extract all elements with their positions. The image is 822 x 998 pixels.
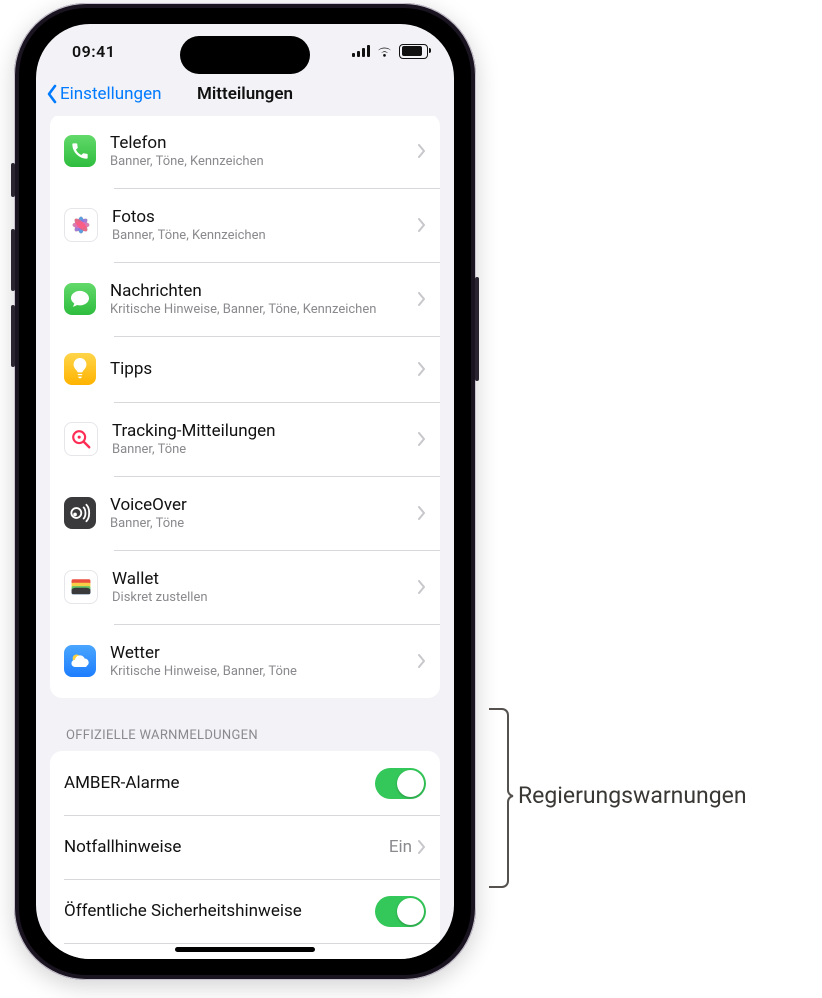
chevron-right-icon [418, 362, 426, 376]
alert-title: AMBER-Alarme [64, 773, 375, 793]
annotation: Regierungswarnungen [488, 0, 818, 998]
app-row-telefon[interactable]: Telefon Banner, Töne, Kennzeichen [50, 116, 440, 188]
alert-row-public-safety: Öffentliche Sicherheitshinweise [50, 879, 440, 943]
alerts-group: AMBER-Alarme Notfallhinweise Ein Öffen [50, 751, 440, 959]
alert-value: Ein [389, 837, 412, 857]
chevron-right-icon [418, 840, 426, 854]
chevron-right-icon [418, 654, 426, 668]
tips-app-icon [64, 353, 96, 385]
app-title: Fotos [112, 207, 418, 227]
wifi-icon [376, 45, 393, 58]
app-row-tracking[interactable]: Tracking-Mitteilungen Banner, Töne [50, 402, 440, 476]
app-sub: Banner, Töne, Kennzeichen [110, 154, 418, 169]
app-sub: Banner, Töne [110, 516, 418, 531]
app-row-wallet[interactable]: Wallet Diskret zustellen [50, 550, 440, 624]
chevron-right-icon [418, 218, 426, 232]
app-title: Wetter [110, 643, 418, 663]
app-title: Tipps [110, 359, 418, 379]
chevron-right-icon [418, 580, 426, 594]
app-sub: Diskret zustellen [112, 590, 418, 605]
dynamic-island [180, 36, 310, 74]
tracking-app-icon [64, 422, 98, 456]
mute-switch[interactable] [11, 163, 15, 197]
app-sub: Kritische Hinweise, Banner, Töne [110, 664, 418, 679]
app-sub: Kritische Hinweise, Banner, Töne, Kennze… [110, 302, 418, 317]
phone-frame: 09:41 Einstellungen Mitteilungen [14, 3, 476, 980]
toggle-amber[interactable] [375, 768, 426, 799]
content-area: Telefon Banner, Töne, Kennzeichen [36, 116, 454, 959]
page-title: Mitteilungen [197, 72, 293, 116]
app-title: Tracking-Mitteilungen [112, 421, 418, 441]
annotation-label: Regierungswarnungen [518, 782, 747, 809]
alert-title: Notfallhinweise [64, 837, 389, 857]
chevron-right-icon [418, 144, 426, 158]
photos-app-icon [64, 208, 98, 242]
alert-row-amber: AMBER-Alarme [50, 751, 440, 815]
toggle-public-safety[interactable] [375, 896, 426, 927]
screen: 09:41 Einstellungen Mitteilungen [36, 24, 454, 959]
messages-app-icon [64, 283, 96, 315]
app-row-wetter[interactable]: Wetter Kritische Hinweise, Banner, Töne [50, 624, 440, 698]
app-notifications-group: Telefon Banner, Töne, Kennzeichen [50, 116, 440, 698]
home-indicator[interactable] [175, 947, 315, 952]
app-row-nachrichten[interactable]: Nachrichten Kritische Hinweise, Banner, … [50, 262, 440, 336]
alert-row-notfall[interactable]: Notfallhinweise Ein [50, 815, 440, 879]
volume-up-button[interactable] [11, 229, 15, 291]
app-sub: Banner, Töne, Kennzeichen [112, 228, 418, 243]
alerts-section-header: OFFIZIELLE WARNMELDUNGEN [66, 728, 424, 743]
bracket-icon [488, 708, 514, 888]
app-title: Wallet [112, 569, 418, 589]
voiceover-app-icon [64, 497, 96, 529]
app-title: VoiceOver [110, 495, 418, 515]
cellular-icon [352, 45, 370, 57]
app-row-tipps[interactable]: Tipps [50, 336, 440, 402]
chevron-right-icon [418, 292, 426, 306]
battery-icon [399, 44, 428, 59]
app-row-fotos[interactable]: Fotos Banner, Töne, Kennzeichen [50, 188, 440, 262]
status-time: 09:41 [72, 42, 115, 61]
nav-bar: Einstellungen Mitteilungen [36, 72, 454, 117]
chevron-right-icon [418, 432, 426, 446]
alert-title: Öffentliche Sicherheitshinweise [64, 901, 375, 921]
phone-app-icon [64, 135, 96, 167]
app-row-voiceover[interactable]: VoiceOver Banner, Töne [50, 476, 440, 550]
volume-down-button[interactable] [11, 305, 15, 367]
back-button[interactable]: Einstellungen [46, 72, 162, 116]
side-button[interactable] [475, 277, 479, 381]
chevron-right-icon [418, 506, 426, 520]
weather-app-icon [64, 645, 96, 677]
wallet-app-icon [64, 570, 98, 604]
app-title: Nachrichten [110, 281, 418, 301]
app-sub: Banner, Töne [112, 442, 418, 457]
back-label: Einstellungen [60, 84, 162, 104]
app-title: Telefon [110, 133, 418, 153]
